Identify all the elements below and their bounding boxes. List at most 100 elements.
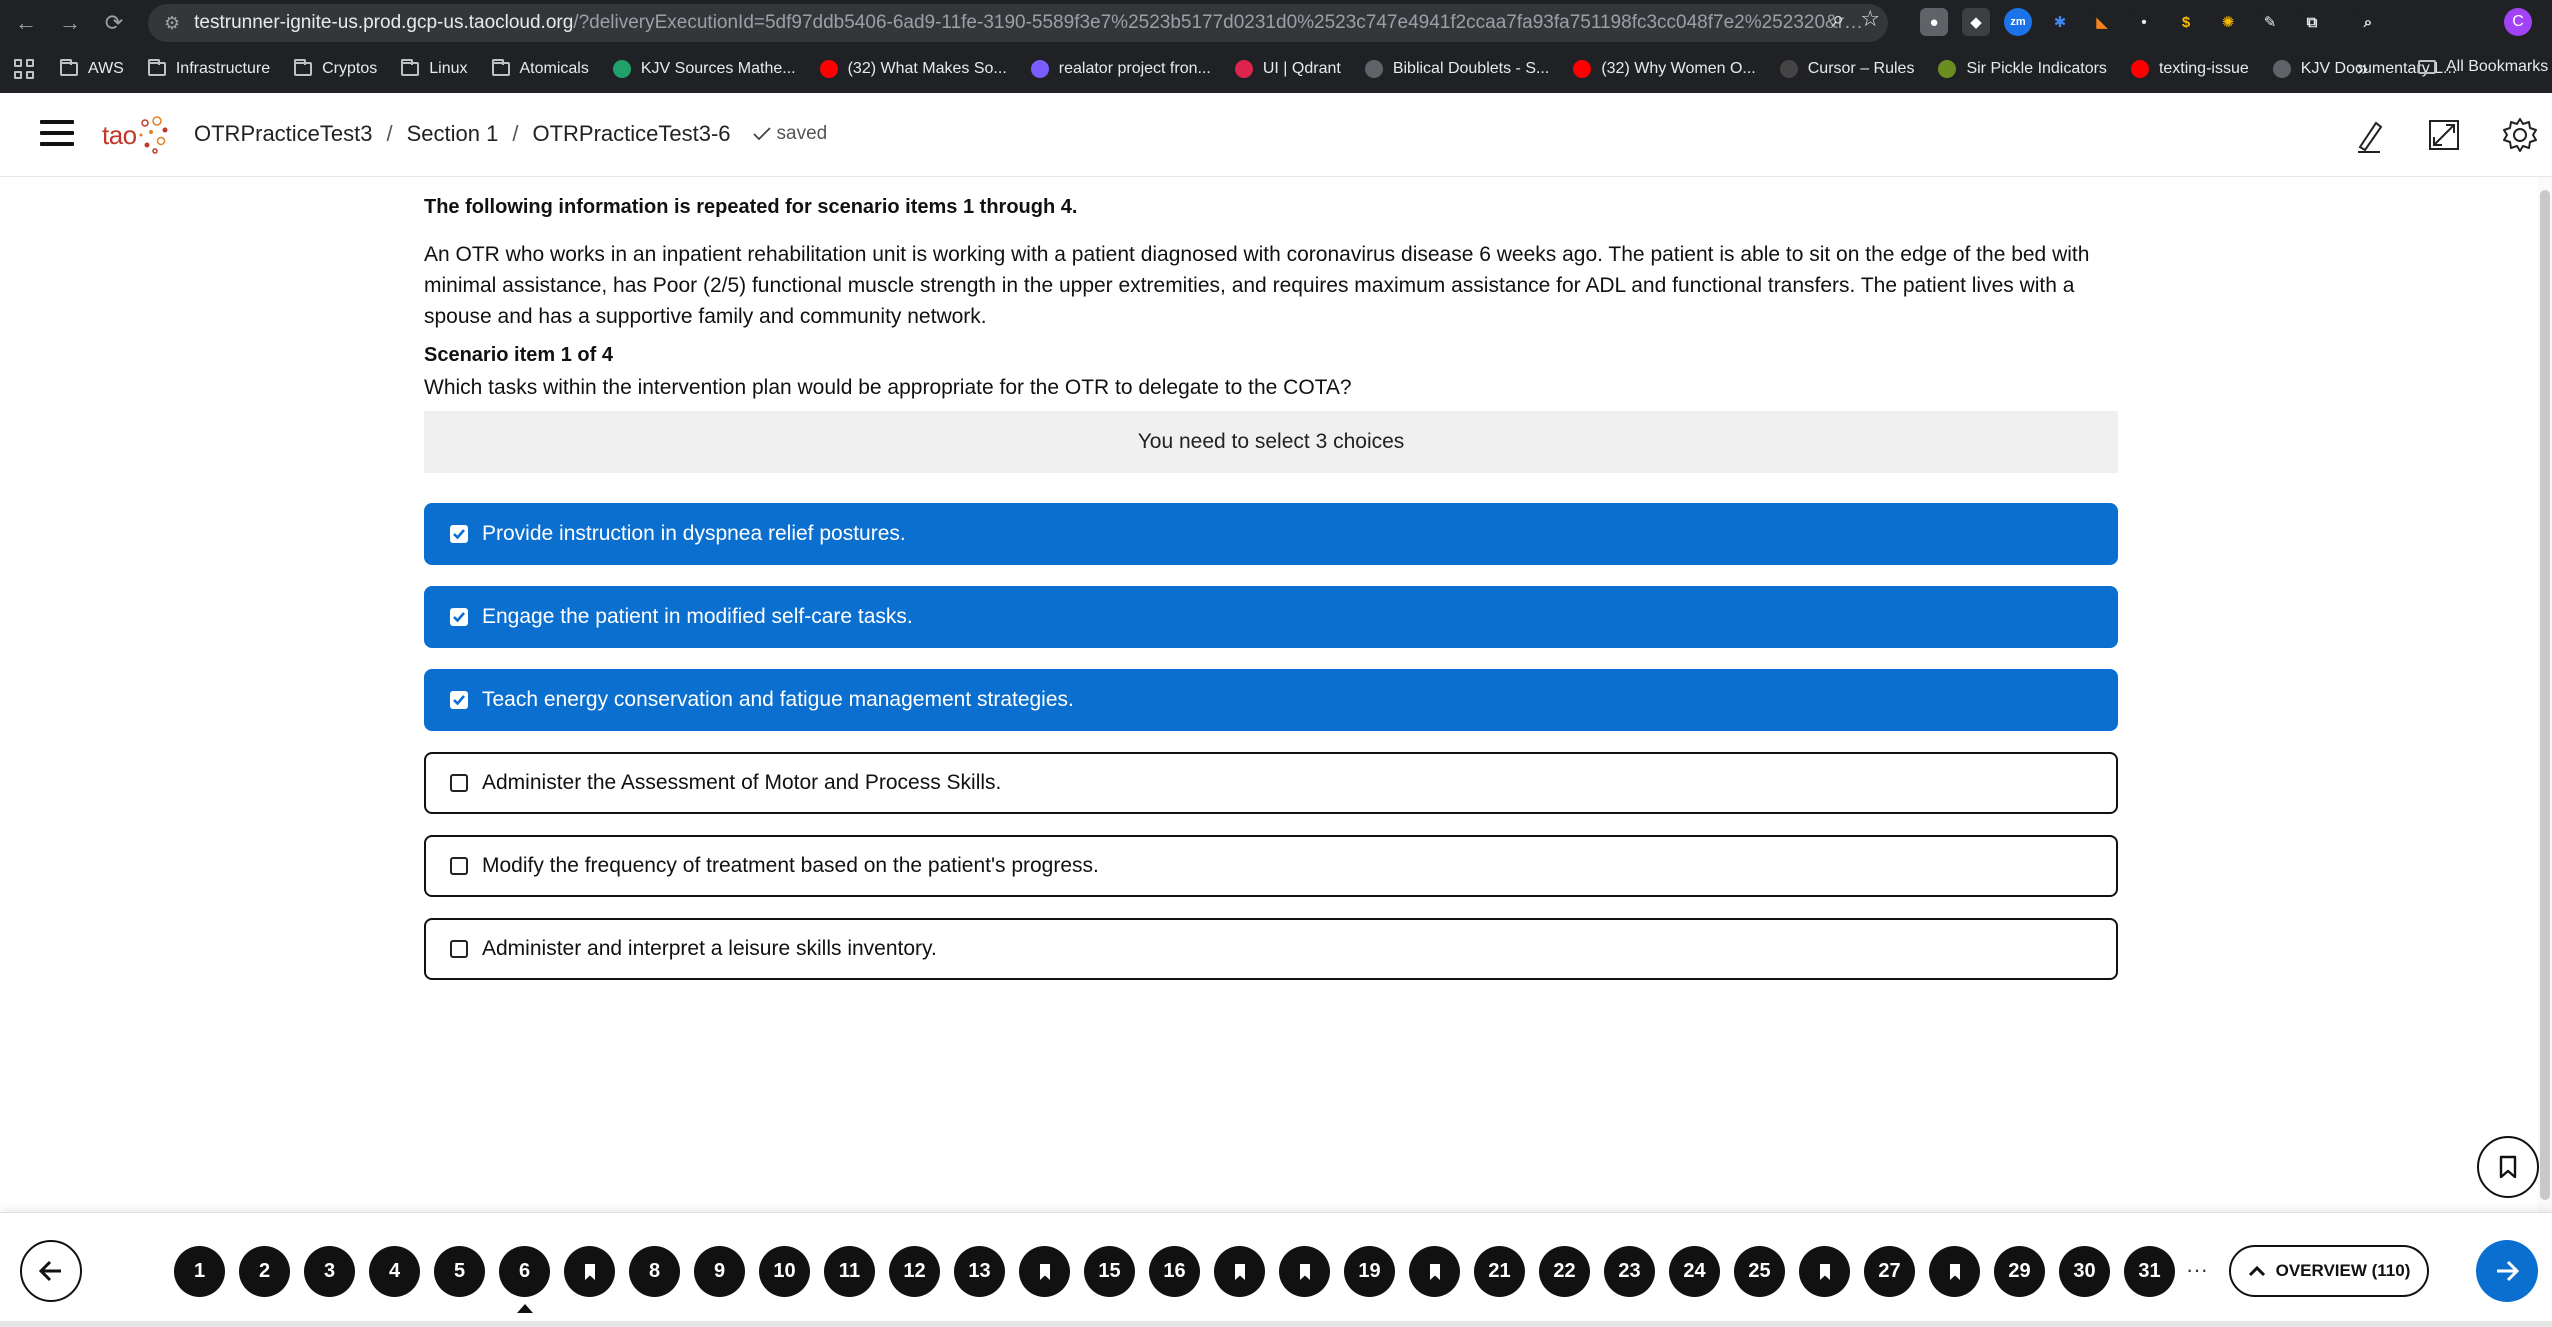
nav-item[interactable]: 1 [174,1246,225,1297]
menu-icon[interactable] [40,120,74,150]
all-bookmarks-folder[interactable]: All Bookmarks [2418,58,2548,76]
choice-option[interactable]: Administer and interpret a leisure skill… [424,918,2118,980]
nav-item-flagged[interactable] [1929,1246,1980,1297]
extension-icon[interactable]: ✎ [2256,8,2284,36]
app-header: tao OTRPracticeTest3 / Section 1 / OTRPr… [0,93,2552,177]
nav-item[interactable]: 16 [1149,1246,1200,1297]
reload-icon[interactable]: ⟳ [96,5,132,41]
nav-item[interactable]: 23 [1604,1246,1655,1297]
extension-icon[interactable]: zm [2004,8,2032,36]
choice-option[interactable]: Administer the Assessment of Motor and P… [424,752,2118,814]
nav-item[interactable]: 25 [1734,1246,1785,1297]
bookmarks-overflow-icon[interactable]: » [2357,58,2368,81]
address-bar[interactable]: ⚙ testrunner-ignite-us.prod.gcp-us.taocl… [148,4,1888,42]
bookmark-9[interactable]: Biblical Doublets - S... [1364,60,1549,78]
checkbox-checked-icon[interactable] [450,608,468,626]
bookmark-item-button[interactable] [2477,1136,2539,1198]
breadcrumb-test[interactable]: OTRPracticeTest3 [194,121,373,147]
breadcrumb: OTRPracticeTest3 / Section 1 / OTRPracti… [194,121,827,147]
nav-item[interactable]: 19 [1344,1246,1395,1297]
extension-icon[interactable]: $ [2172,8,2200,36]
highlighter-icon[interactable] [2348,115,2388,155]
bookmark-0[interactable]: AWS [60,59,124,78]
bookmark-3[interactable]: Linux [401,59,468,78]
choice-option[interactable]: Engage the patient in modified self-care… [424,586,2118,648]
site-favicon-icon [1030,60,1049,78]
nav-item[interactable]: 10 [759,1246,810,1297]
folder-icon [2418,60,2436,74]
choice-option[interactable]: Modify the frequency of treatment based … [424,835,2118,897]
tab-search-icon[interactable]: ⌕ [2354,8,2382,36]
nav-item[interactable]: 21 [1474,1246,1525,1297]
breadcrumb-section[interactable]: Section 1 [407,121,499,147]
bookmark-6[interactable]: (32) What Makes So... [819,60,1007,78]
bookmark-label: AWS [88,60,124,77]
nav-item[interactable]: 30 [2059,1246,2110,1297]
extension-icon[interactable]: ● [1920,8,1948,36]
nav-item[interactable]: 15 [1084,1246,1135,1297]
nav-item[interactable]: 4 [369,1246,420,1297]
nav-item-flagged[interactable] [1019,1246,1070,1297]
back-arrow-icon[interactable]: ← [8,5,44,41]
checkbox-checked-icon[interactable] [450,691,468,709]
nav-item-flagged[interactable] [1279,1246,1330,1297]
nav-item[interactable]: 9 [694,1246,745,1297]
nav-item[interactable]: 8 [629,1246,680,1297]
bookmark-13[interactable]: texting-issue [2130,60,2249,78]
metamask-icon[interactable]: ◣ [2088,8,2116,36]
apps-grid-icon[interactable] [12,57,36,81]
bookmark-5[interactable]: KJV Sources Mathe... [612,60,796,78]
star-icon[interactable]: ☆ [1860,6,1880,32]
bookmark-4[interactable]: Atomicals [491,59,589,78]
nav-item[interactable]: 24 [1669,1246,1720,1297]
forward-arrow-icon[interactable]: → [52,5,88,41]
nav-item-flagged[interactable] [564,1246,615,1297]
nav-item[interactable]: 27 [1864,1246,1915,1297]
settings-gear-icon[interactable] [2500,115,2540,155]
nav-item[interactable]: 5 [434,1246,485,1297]
nav-item[interactable]: 11 [824,1246,875,1297]
bookmark-flag-icon [1949,1263,1960,1280]
checkbox-icon[interactable] [450,857,468,875]
nav-item[interactable]: 6 [499,1246,550,1313]
bookmark-8[interactable]: UI | Qdrant [1234,60,1341,78]
bookmark-10[interactable]: (32) Why Women O... [1573,60,1756,78]
zoom-icon[interactable]: ⌕ [1832,6,1844,32]
nav-item-flagged[interactable] [1799,1246,1850,1297]
nav-item[interactable]: 13 [954,1246,1005,1297]
nav-item[interactable]: 31 [2124,1246,2175,1297]
nav-item-flagged[interactable] [1409,1246,1460,1297]
bookmark-7[interactable]: realator project fron... [1030,60,1211,78]
next-button[interactable] [2476,1240,2538,1302]
extensions-puzzle-icon[interactable]: ⧉ [2298,8,2326,36]
nav-item[interactable]: 22 [1539,1246,1590,1297]
bookmark-12[interactable]: Sir Pickle Indicators [1938,60,2107,78]
nav-item-flagged[interactable] [1214,1246,1265,1297]
bookmark-1[interactable]: Infrastructure [147,59,270,78]
site-info-icon[interactable]: ⚙ [164,13,180,34]
choice-option[interactable]: Teach energy conservation and fatigue ma… [424,669,2118,731]
scrollbar-thumb[interactable] [2540,190,2550,1200]
bookmark-2[interactable]: Cryptos [294,59,377,78]
checkbox-icon[interactable] [450,774,468,792]
choice-label: Provide instruction in dyspnea relief po… [482,522,906,545]
browser-chrome: ← → ⟳ ⚙ testrunner-ignite-us.prod.gcp-us… [0,0,2552,93]
nav-item[interactable]: 2 [239,1246,290,1297]
bookmark-label: Atomicals [519,60,589,77]
profile-avatar[interactable]: C [2504,8,2532,36]
checkbox-icon[interactable] [450,940,468,958]
fullscreen-icon[interactable] [2424,115,2464,155]
bookmark-11[interactable]: Cursor – Rules [1779,60,1914,78]
checkbox-checked-icon[interactable] [450,525,468,543]
nav-item[interactable]: 3 [304,1246,355,1297]
site-favicon-icon [2272,60,2291,78]
nav-item[interactable]: 29 [1994,1246,2045,1297]
nav-item[interactable]: 12 [889,1246,940,1297]
overview-button[interactable]: OVERVIEW (110) [2229,1245,2429,1297]
previous-button[interactable] [20,1240,82,1302]
choice-option[interactable]: Provide instruction in dyspnea relief po… [424,503,2118,565]
extension-icon[interactable]: ✱ [2046,8,2074,36]
extension-icon[interactable]: ✺ [2214,8,2242,36]
extension-icon[interactable]: • [2130,8,2158,36]
extension-icon[interactable]: ◆ [1962,8,1990,36]
